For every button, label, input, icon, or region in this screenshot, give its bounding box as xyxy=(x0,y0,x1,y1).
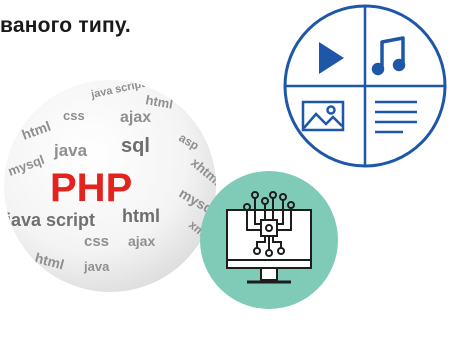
sphere-word: sql xyxy=(121,135,150,157)
headline-fragment: ваного типу. xyxy=(0,14,131,37)
sphere-graphic: java script html css ajax html java sql … xyxy=(4,80,216,292)
page: ваного типу. java script html css ajax h… xyxy=(0,0,452,339)
php-word-sphere: java script html css ajax html java sql … xyxy=(0,76,225,301)
media-circle-graphic xyxy=(283,4,447,168)
sphere-word: ajax xyxy=(128,233,155,249)
sphere-word: css xyxy=(63,108,85,123)
sphere-word: java script xyxy=(5,210,95,230)
sphere-word: java xyxy=(83,259,110,274)
sphere-word: ajax xyxy=(120,109,151,126)
media-types-illustration xyxy=(281,2,449,170)
computer-circle-graphic xyxy=(200,171,338,309)
php-logo-text: PHP xyxy=(50,166,132,210)
computer-illustration xyxy=(199,170,339,310)
sphere-word: java xyxy=(53,141,88,160)
sphere-word: css xyxy=(84,233,109,250)
